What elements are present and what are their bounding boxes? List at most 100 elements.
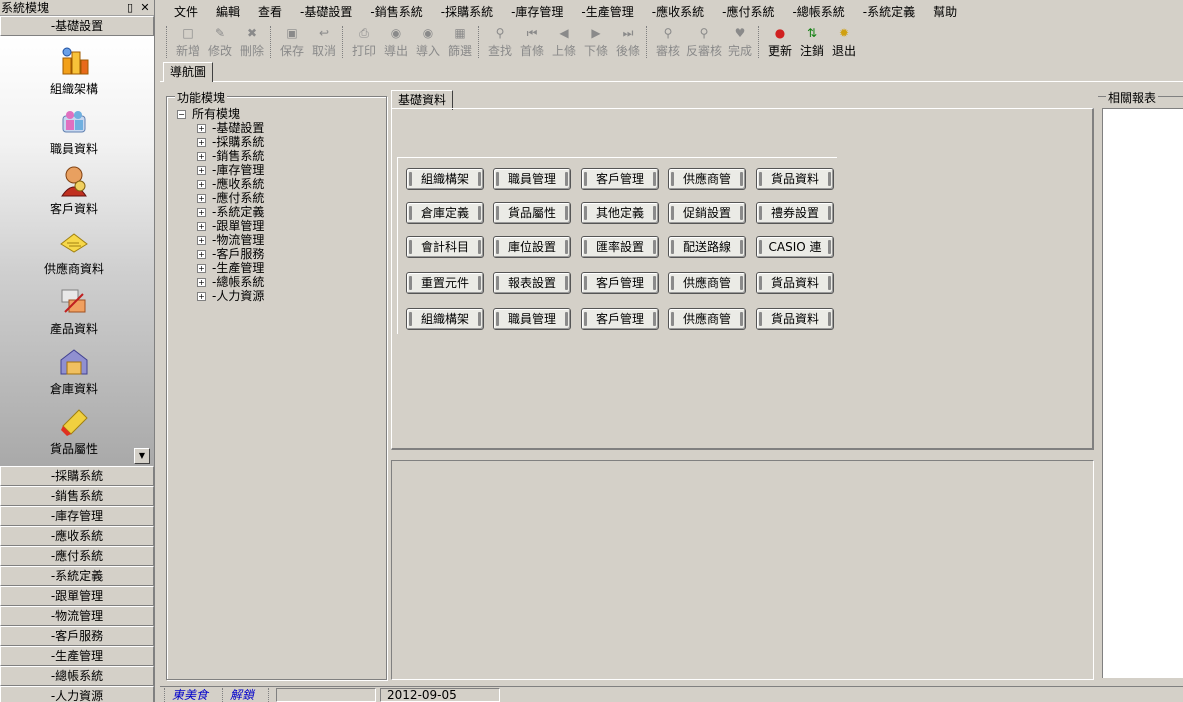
group-basic-settings[interactable]: -基礎設置 [0,16,154,36]
group-payable[interactable]: -應付系統 [0,546,154,566]
tree-node[interactable]: + -庫存管理 [197,163,264,177]
shortcut-button[interactable]: 貨品屬性 [493,202,571,224]
module-item-supplier[interactable]: 供應商資料 [0,224,148,277]
shortcut-button[interactable]: 促銷設置 [668,202,746,224]
tab-navigation[interactable]: 導航圖 [163,62,214,82]
shortcut-button[interactable]: 客戶管理 [581,272,659,294]
print-button[interactable]: ⎙ 打印 [348,24,380,58]
status-user-link[interactable]: 東美食 [172,686,208,702]
expand-icon[interactable]: + [197,179,206,189]
cancel-button[interactable]: ↩ 取消 [308,24,340,58]
menu-receivable[interactable]: -應收系統 [652,3,704,20]
tab-base-data[interactable]: 基礎資料 [391,90,454,110]
save-button[interactable]: ▣ 保存 [276,24,308,58]
menu-inventory[interactable]: -庫存管理 [511,3,563,20]
chevron-down-icon[interactable]: ▼ [134,448,150,464]
close-icon[interactable]: ✕ [139,1,151,14]
shortcut-button[interactable]: 禮券設置 [756,202,834,224]
delete-button[interactable]: ✖ 刪除 [236,24,268,58]
menu-sales[interactable]: -銷售系統 [370,3,422,20]
shortcut-button[interactable]: 供應商管 [668,168,746,190]
expand-icon[interactable]: + [197,137,206,147]
expand-icon[interactable]: + [197,263,206,273]
group-logistics[interactable]: -物流管理 [0,606,154,626]
tree-node[interactable]: + -應付系統 [197,191,264,205]
expand-icon[interactable]: + [197,249,206,259]
shortcut-button[interactable]: 重置元件 [406,272,484,294]
find-button[interactable]: ⚲ 查找 [484,24,516,58]
exit-button[interactable]: ✹ 退出 [828,24,860,58]
unaudit-button[interactable]: ⚲ 反審核 [684,24,724,58]
status-unlock-link[interactable]: 解鎖 [230,686,254,702]
tree-node[interactable]: + -總帳系統 [197,275,264,289]
module-item-product[interactable]: 產品資料 [0,284,148,337]
refresh-button[interactable]: ● 更新 [764,24,796,58]
menu-edit[interactable]: 編輯 [216,3,240,20]
next-button[interactable]: ▶ 下條 [580,24,612,58]
edit-button[interactable]: ✎ 修改 [204,24,236,58]
expand-icon[interactable]: + [197,235,206,245]
menu-file[interactable]: 文件 [174,3,198,20]
group-customer-service[interactable]: -客戶服務 [0,626,154,646]
module-item-staff[interactable]: 職員資料 [0,104,148,157]
group-ledger[interactable]: -總帳系統 [0,666,154,686]
related-reports-list[interactable] [1102,108,1183,678]
group-inventory[interactable]: -庫存管理 [0,506,154,526]
expand-icon[interactable]: + [197,193,206,203]
collapse-icon[interactable]: − [177,109,186,119]
tree-node[interactable]: + -應收系統 [197,177,264,191]
shortcut-button[interactable]: 貨品資料 [756,272,834,294]
tree-node[interactable]: + -人力資源 [197,289,264,303]
expand-icon[interactable]: + [197,151,206,161]
module-item-goods-attr[interactable]: 貨品屬性 [0,404,148,457]
shortcut-button[interactable]: 配送路線 [668,236,746,258]
tree-node[interactable]: + -生產管理 [197,261,264,275]
menu-ledger[interactable]: -總帳系統 [792,3,844,20]
shortcut-button[interactable]: 貨品資料 [756,168,834,190]
module-item-customer[interactable]: 客戶資料 [0,164,148,217]
shortcut-button[interactable]: 其他定義 [581,202,659,224]
shortcut-button[interactable]: 職員管理 [493,308,571,330]
complete-button[interactable]: ♥ 完成 [724,24,756,58]
menu-production[interactable]: -生產管理 [581,3,633,20]
group-purchase[interactable]: -採購系統 [0,466,154,486]
tree-node[interactable]: + -基礎設置 [197,121,264,135]
export-button[interactable]: ◉ 導出 [380,24,412,58]
shortcut-button[interactable]: 倉庫定義 [406,202,484,224]
shortcut-button[interactable]: 匯率設置 [581,236,659,258]
shortcut-button[interactable]: 職員管理 [493,168,571,190]
pin-icon[interactable]: ▯ [124,1,136,14]
shortcut-button[interactable]: 組織構架 [406,168,484,190]
module-item-warehouse[interactable]: 倉庫資料 [0,344,148,397]
shortcut-button[interactable]: 報表設置 [493,272,571,294]
shortcut-button[interactable]: 貨品資料 [756,308,834,330]
audit-button[interactable]: ⚲ 審核 [652,24,684,58]
tree-node[interactable]: + -跟單管理 [197,219,264,233]
menu-purchase[interactable]: -採購系統 [441,3,493,20]
last-button[interactable]: ⏭ 後條 [612,24,644,58]
shortcut-button[interactable]: CASIO 連 [756,236,834,258]
new-button[interactable]: □ 新增 [172,24,204,58]
tree-node[interactable]: + -物流管理 [197,233,264,247]
shortcut-button[interactable]: 庫位設置 [493,236,571,258]
tree-root[interactable]: − 所有模塊 [177,107,264,121]
shortcut-button[interactable]: 供應商管 [668,272,746,294]
tree-node[interactable]: + -客戶服務 [197,247,264,261]
import-button[interactable]: ◉ 導入 [412,24,444,58]
group-order-tracking[interactable]: -跟單管理 [0,586,154,606]
menu-help[interactable]: 幫助 [933,3,957,20]
tree-node[interactable]: + -系統定義 [197,205,264,219]
filter-button[interactable]: ▦ 篩選 [444,24,476,58]
group-hr[interactable]: -人力資源 [0,686,154,702]
menu-basic-settings[interactable]: -基礎設置 [300,3,352,20]
expand-icon[interactable]: + [197,291,206,301]
expand-icon[interactable]: + [197,123,206,133]
logout-button[interactable]: ⇅ 注銷 [796,24,828,58]
module-item-org-structure[interactable]: 組織架構 [0,44,148,97]
tree-node[interactable]: + -銷售系統 [197,149,264,163]
expand-icon[interactable]: + [197,277,206,287]
group-production[interactable]: -生產管理 [0,646,154,666]
shortcut-button[interactable]: 組織構架 [406,308,484,330]
tree-node[interactable]: + -採購系統 [197,135,264,149]
group-receivable[interactable]: -應收系統 [0,526,154,546]
